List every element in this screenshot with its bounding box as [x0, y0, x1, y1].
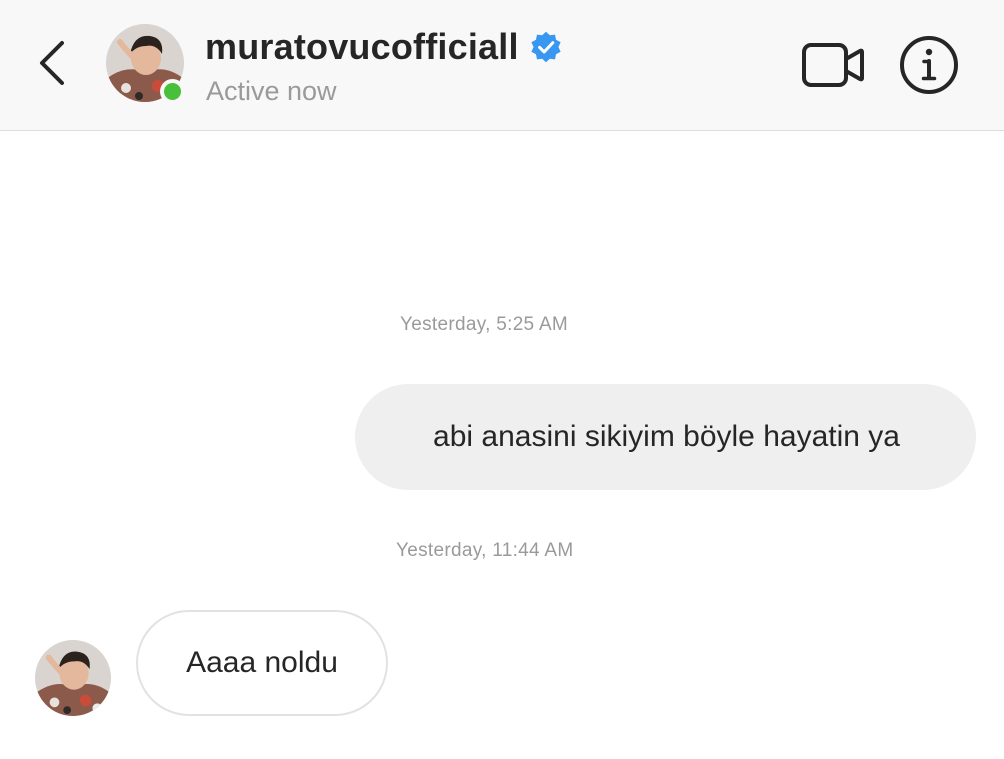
verified-badge-icon: [531, 31, 561, 63]
video-call-button[interactable]: [800, 40, 866, 90]
message-timestamp: Yesterday, 11:44 AM: [396, 540, 574, 561]
info-icon: [900, 36, 958, 94]
video-camera-icon: [802, 43, 864, 87]
outgoing-message-bubble[interactable]: abi anasini sikiyim böyle hayatin ya: [355, 384, 976, 490]
active-status: Active now: [206, 76, 337, 106]
incoming-message-bubble[interactable]: Aaaa noldu: [136, 610, 388, 716]
username-row[interactable]: muratovucofficiall: [205, 26, 563, 68]
online-indicator: [160, 79, 185, 104]
message-timestamp: Yesterday, 5:25 AM: [400, 314, 569, 335]
sender-avatar[interactable]: [35, 640, 111, 716]
back-button[interactable]: [30, 38, 74, 88]
profile-photo: [35, 640, 111, 716]
username[interactable]: muratovucofficiall: [205, 26, 519, 68]
chevron-left-icon: [40, 41, 64, 85]
chat-header: muratovucofficiall Active now: [0, 0, 1004, 131]
info-button[interactable]: [898, 34, 960, 96]
